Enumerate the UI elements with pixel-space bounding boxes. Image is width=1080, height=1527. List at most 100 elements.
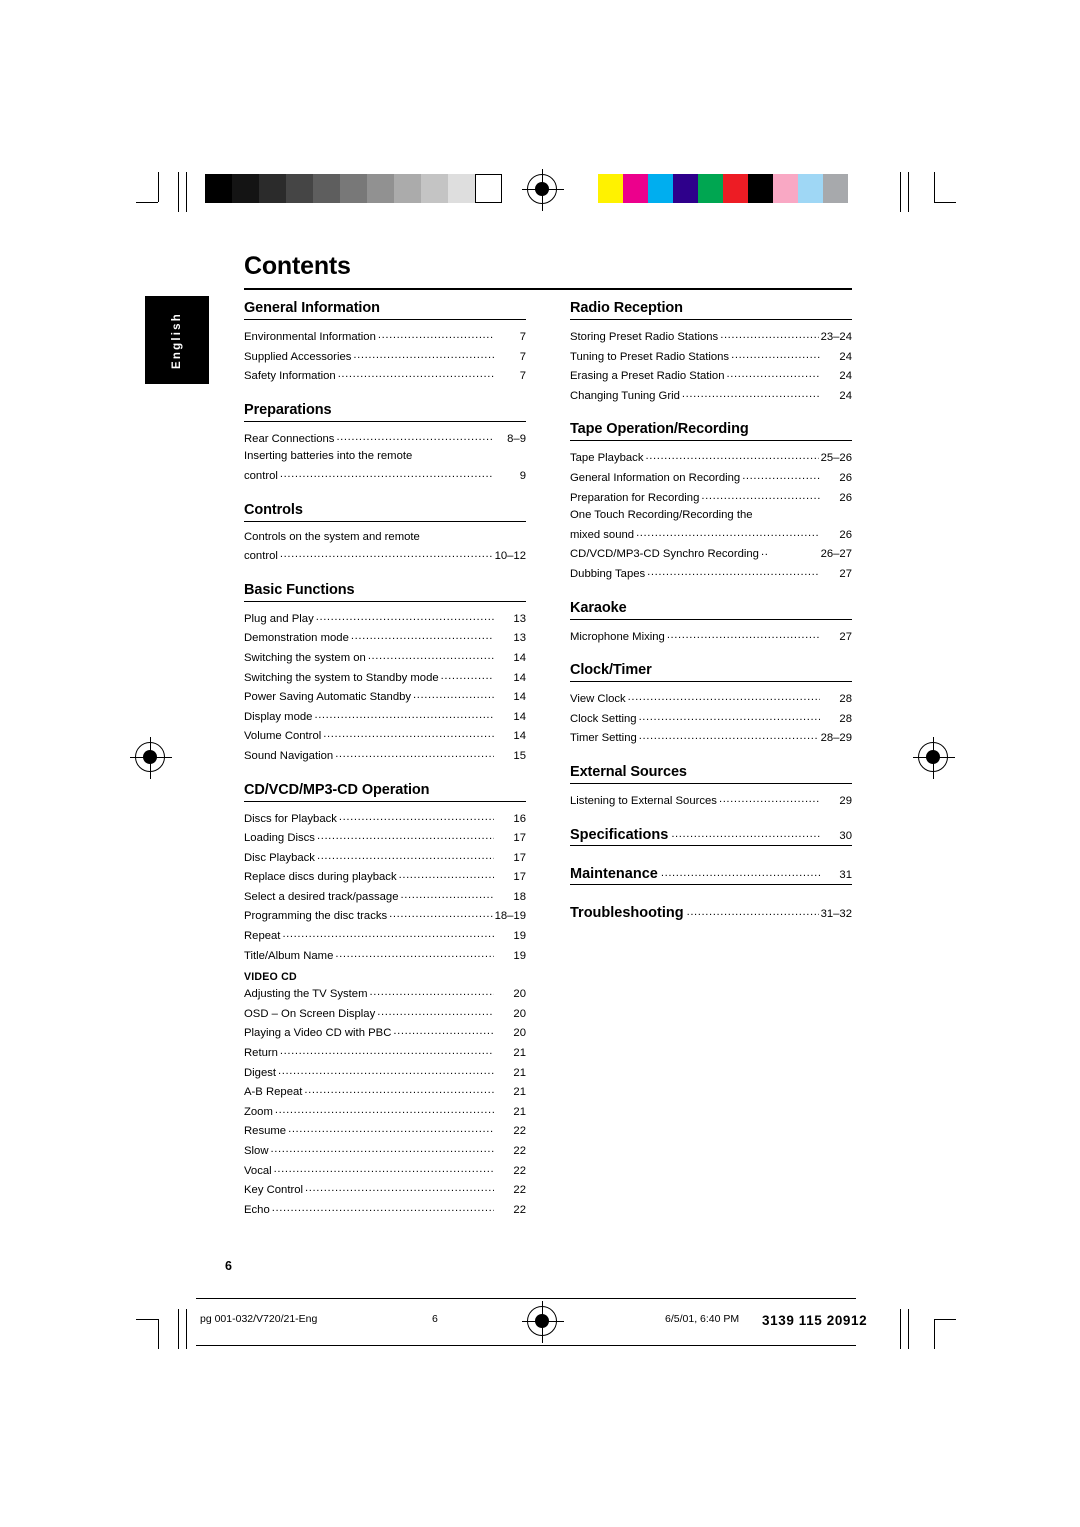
toc-entry[interactable]: Demonstration mode .....................… [244,628,526,648]
toc-section-clock-timer: Clock/Timer View Clock .................… [570,662,852,748]
section-divider [570,681,852,683]
toc-entry[interactable]: Listening to External Sources ..........… [570,791,852,811]
toc-entry[interactable]: Tape Playback ..........................… [570,448,852,468]
toc-entry[interactable]: Vocal ..................................… [244,1161,526,1181]
leader-dots: ........................................… [701,489,820,502]
leader-dots: ........................................… [336,430,494,443]
toc-entry[interactable]: CD/VCD/MP3-CD Synchro Recording .. 26–27 [570,544,852,564]
toc-entry[interactable]: Timer Setting ..........................… [570,728,852,748]
toc-entry[interactable]: control ................................… [244,466,526,486]
leader-dots: ........................................… [338,810,494,823]
toc-entry[interactable]: Programming the disc tracks ............… [244,906,526,926]
toc-entry-label: Resume [244,1125,287,1138]
toc-entry[interactable]: Supplied Accessories ...................… [244,347,526,367]
toc-entry[interactable]: Clock Setting ..........................… [570,709,852,729]
toc-entry[interactable]: Storing Preset Radio Stations ..........… [570,327,852,347]
toc-entry[interactable]: Discs for Playback .....................… [244,809,526,829]
leader-dots: ........................................… [671,827,820,840]
footer-filename: pg 001-032/V720/21-Eng [200,1313,318,1325]
toc-entry[interactable]: Volume Control .........................… [244,726,526,746]
swatch-gray-10 [475,174,502,203]
toc-section-maintenance[interactable]: Maintenance ............................… [570,866,852,885]
toc-entry-page: 20 [513,1007,526,1020]
toc-entry[interactable]: Preparation for Recording ..............… [570,488,852,508]
leader-dots: ........................................… [350,630,494,643]
toc-section-specifications[interactable]: Specifications .........................… [570,827,852,846]
swatch-gray-9 [448,174,475,203]
toc-entry[interactable]: Erasing a Preset Radio Station .........… [570,366,852,386]
toc-entry-label: Inserting batteries into the remote [244,450,413,463]
toc-entry[interactable]: Playing a Video CD with PBC ............… [244,1023,526,1043]
toc-entry[interactable]: Replace discs during playback ..........… [244,867,526,887]
toc-entry[interactable]: Digest .................................… [244,1063,526,1083]
toc-entry[interactable]: Resume .................................… [244,1121,526,1141]
toc-entry[interactable]: Plug and Play ..........................… [244,609,526,629]
toc-entry-label: Environmental Information [244,331,376,343]
leader-dots: .. [760,546,769,559]
toc-entry[interactable]: One Touch Recording/Recording the [570,507,852,525]
leader-dots: ........................................… [720,329,818,341]
toc-entry[interactable]: Power Saving Automatic Standby .........… [244,687,526,707]
toc-section-troubleshooting[interactable]: Troubleshooting ........................… [570,905,852,921]
toc-entry[interactable]: Select a desired track/passage .........… [244,887,526,907]
toc-entry[interactable]: Slow ...................................… [244,1141,526,1161]
leader-dots: ........................................… [377,1005,494,1018]
toc-entry[interactable]: Repeat .................................… [244,926,526,946]
toc-entry-label: Timer Setting [570,732,637,745]
toc-entry[interactable]: Controls on the system and remote [244,529,526,547]
toc-entry-page: 7 [519,370,526,383]
toc-entry[interactable]: Echo ...................................… [244,1200,526,1220]
toc-entry-label: Microphone Mixing [570,630,665,643]
toc-entry-page: 28 [839,712,852,725]
swatch-magenta [623,174,648,203]
toc-entry[interactable]: Key Control ............................… [244,1180,526,1200]
toc-entry[interactable]: General Information on Recording .......… [570,468,852,488]
toc-entry[interactable]: Loading Discs ..........................… [244,828,526,848]
toc-entry-label: Repeat [244,930,281,943]
toc-section-external-sources: External Sources Listening to External S… [570,764,852,811]
toc-entry[interactable]: OSD – On Screen Display ................… [244,1004,526,1024]
toc-entry[interactable]: Sound Navigation .......................… [244,746,526,766]
crop-mark-top-left-inner [178,172,198,214]
toc-entry[interactable]: Inserting batteries into the remote [244,448,526,466]
toc-entry-label: Preparation for Recording [570,491,700,504]
toc-entry-label: control [244,550,278,563]
toc-entry[interactable]: mixed sound ............................… [570,525,852,545]
toc-entry[interactable]: Switching the system to Standby mode ...… [244,668,526,688]
toc-section-basic-functions: Basic Functions Plug and Play ..........… [244,582,526,766]
toc-entry[interactable]: Zoom ...................................… [244,1102,526,1122]
toc-entry-page: 9 [519,469,526,482]
footer-timestamp: 6/5/01, 6:40 PM [665,1313,740,1325]
toc-entry-page: 24 [839,350,852,363]
footer-divider-top [196,1298,856,1299]
leader-dots: ........................................… [638,730,819,743]
toc-entry[interactable]: Disc Playback ..........................… [244,848,526,868]
toc-entry-label: Sound Navigation [244,749,334,762]
toc-entry-page: 18 [513,890,526,903]
toc-entry[interactable]: Title/Album Name .......................… [244,946,526,966]
swatch-violet [673,174,698,203]
section-divider [244,420,526,422]
toc-entry[interactable]: Return .................................… [244,1043,526,1063]
toc-entry[interactable]: View Clock .............................… [570,689,852,709]
toc-entry[interactable]: Environmental Information ..............… [244,327,526,347]
toc-entry-label: Playing a Video CD with PBC [244,1027,392,1040]
toc-entry[interactable]: Safety Information .....................… [244,366,526,386]
toc-entry[interactable]: Tuning to Preset Radio Stations ........… [570,347,852,367]
toc-entry[interactable]: Adjusting the TV System ................… [244,984,526,1004]
toc-entry[interactable]: Microphone Mixing ......................… [570,627,852,647]
toc-entry[interactable]: Changing Tuning Grid ...................… [570,386,852,406]
leader-dots: ........................................… [271,1201,494,1214]
toc-entry-page: 26 [839,471,852,484]
toc-entry[interactable]: A-B Repeat .............................… [244,1082,526,1102]
toc-entry-page: 22 [513,1184,526,1197]
toc-entry[interactable]: Display mode ...........................… [244,707,526,727]
toc-entry-page: 31 [839,868,852,881]
toc-entry[interactable]: Switching the system on ................… [244,648,526,668]
toc-entry[interactable]: Dubbing Tapes ..........................… [570,564,852,584]
toc-section-karaoke: Karaoke Microphone Mixing ..............… [570,600,852,647]
toc-entry[interactable]: control ................................… [244,546,526,566]
toc-entry-label: Display mode [244,710,313,723]
leader-dots: ........................................… [627,691,820,704]
toc-entry[interactable]: Rear Connections .......................… [244,429,526,449]
